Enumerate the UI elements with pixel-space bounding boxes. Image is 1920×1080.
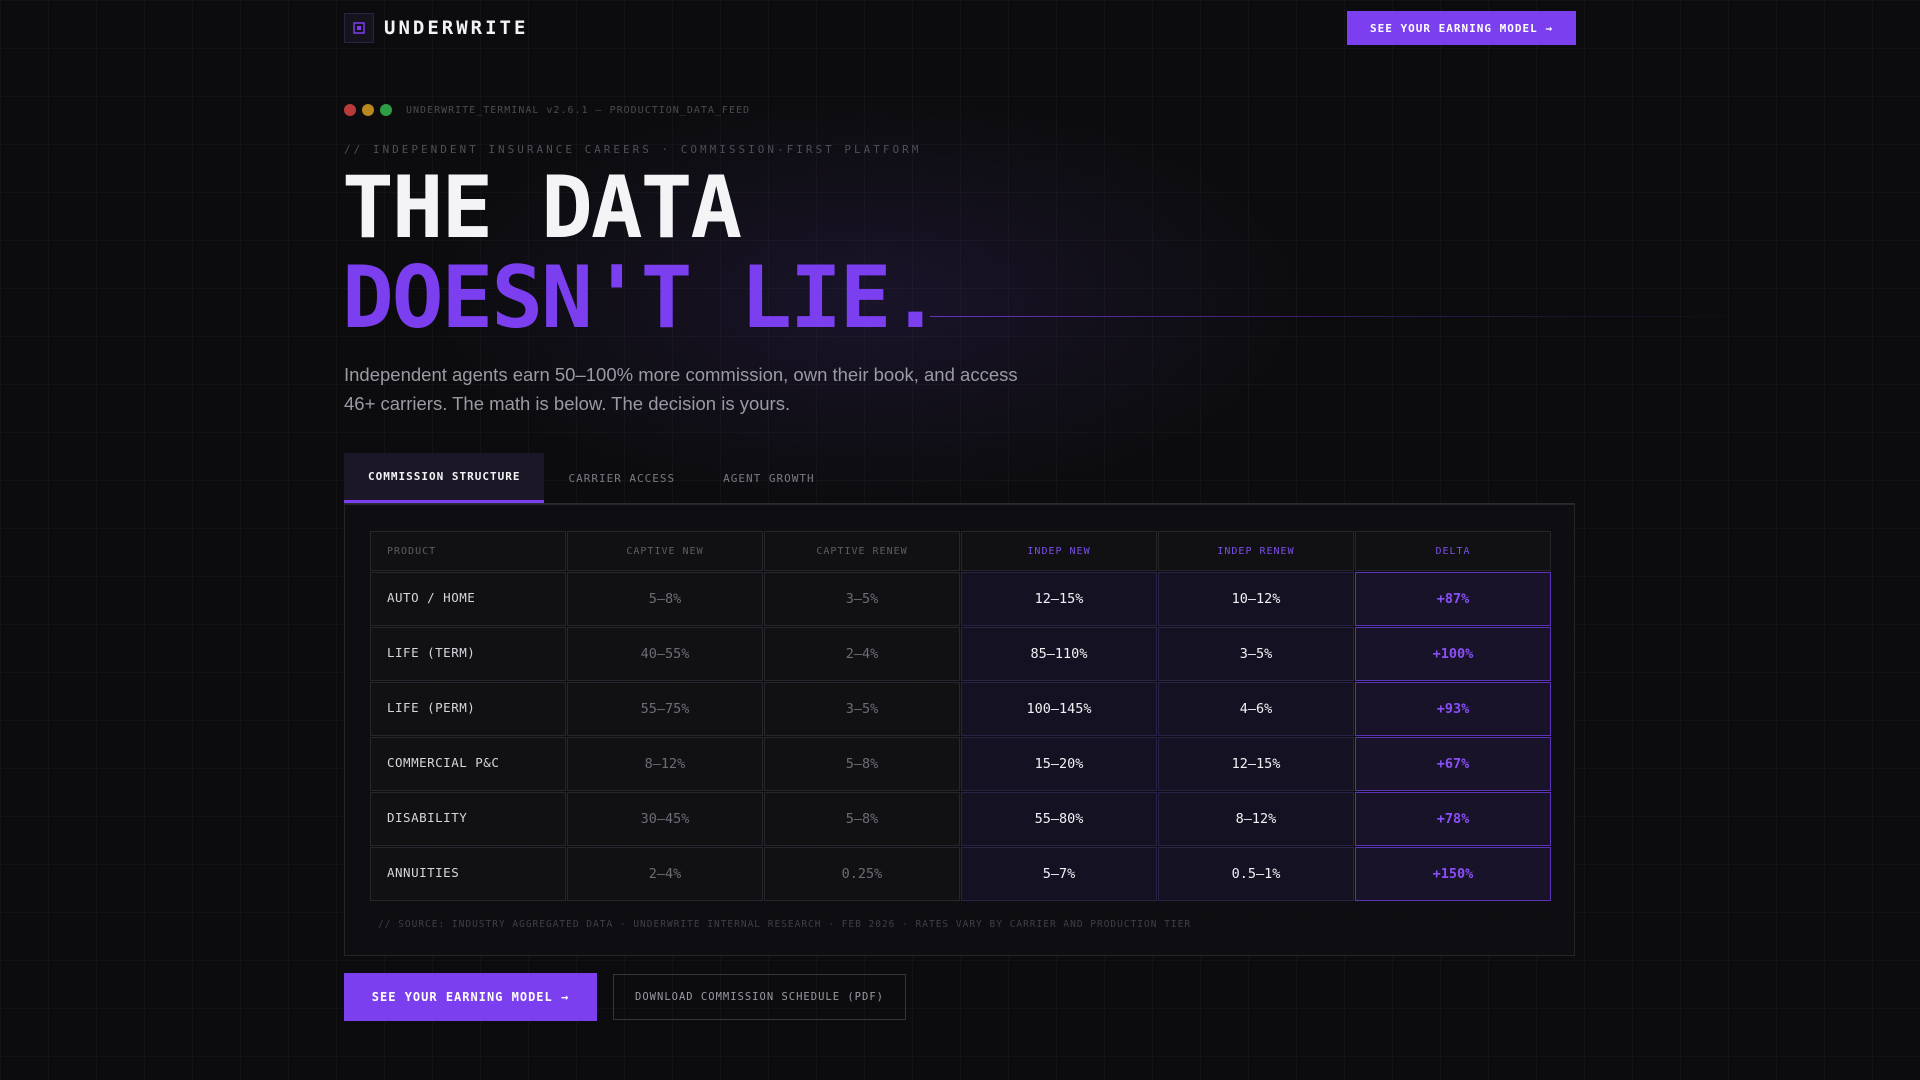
commission-panel: PRODUCT CAPTIVE NEW CAPTIVE RENEW INDEP … xyxy=(344,504,1575,956)
product-cell: LIFE (PERM) xyxy=(370,682,566,736)
terminal-title: UNDERWRITE_TERMINAL v2.6.1 — PRODUCTION_… xyxy=(406,104,751,116)
product-cell: ANNUITIES xyxy=(370,847,566,901)
terminal-dot-yellow xyxy=(362,104,374,116)
header-delta: DELTA xyxy=(1355,531,1551,571)
header-captive-renew: CAPTIVE RENEW xyxy=(764,531,960,571)
indep-renew-cell: 10–12% xyxy=(1158,572,1354,626)
delta-cell: +150% xyxy=(1355,847,1551,901)
table-row: LIFE (TERM) 40–55% 2–4% 85–110% 3–5% +10… xyxy=(370,627,1551,681)
delta-cell: +100% xyxy=(1355,627,1551,681)
tab-agent-growth[interactable]: AGENT GROWTH xyxy=(699,453,838,503)
indep-new-cell: 100–145% xyxy=(961,682,1157,736)
header-earning-model-button[interactable]: SEE YOUR EARNING MODEL → xyxy=(1347,11,1576,45)
table-row: LIFE (PERM) 55–75% 3–5% 100–145% 4–6% +9… xyxy=(370,682,1551,736)
brand-logo[interactable]: UNDERWRITE xyxy=(344,13,528,43)
captive-new-cell: 40–55% xyxy=(567,627,763,681)
header-product: PRODUCT xyxy=(370,531,566,571)
captive-new-cell: 2–4% xyxy=(567,847,763,901)
tab-commission-structure[interactable]: COMMISSION STRUCTURE xyxy=(344,453,545,503)
indep-new-cell: 85–110% xyxy=(961,627,1157,681)
captive-renew-cell: 3–5% xyxy=(764,682,960,736)
table-row: COMMERCIAL P&C 8–12% 5–8% 15–20% 12–15% … xyxy=(370,737,1551,791)
indep-renew-cell: 0.5–1% xyxy=(1158,847,1354,901)
header-indep-new: INDEP NEW xyxy=(961,531,1157,571)
indep-renew-cell: 4–6% xyxy=(1158,682,1354,736)
earning-model-button[interactable]: SEE YOUR EARNING MODEL → xyxy=(344,973,597,1021)
table-row: ANNUITIES 2–4% 0.25% 5–7% 0.5–1% +150% xyxy=(370,847,1551,901)
hero-eyebrow: // INDEPENDENT INSURANCE CAREERS · COMMI… xyxy=(344,143,922,156)
table-row: DISABILITY 30–45% 5–8% 55–80% 8–12% +78% xyxy=(370,792,1551,846)
logo-icon xyxy=(344,13,374,43)
delta-cell: +78% xyxy=(1355,792,1551,846)
indep-new-cell: 15–20% xyxy=(961,737,1157,791)
tab-carrier-access[interactable]: CARRIER ACCESS xyxy=(544,453,699,503)
commission-table: PRODUCT CAPTIVE NEW CAPTIVE RENEW INDEP … xyxy=(369,530,1552,902)
captive-renew-cell: 5–8% xyxy=(764,792,960,846)
hero-title-line1: THE DATA xyxy=(342,158,742,258)
product-cell: DISABILITY xyxy=(370,792,566,846)
indep-new-cell: 12–15% xyxy=(961,572,1157,626)
captive-new-cell: 8–12% xyxy=(567,737,763,791)
indep-new-cell: 55–80% xyxy=(961,792,1157,846)
delta-cell: +93% xyxy=(1355,682,1551,736)
header-captive-new: CAPTIVE NEW xyxy=(567,531,763,571)
delta-cell: +67% xyxy=(1355,737,1551,791)
terminal-bar: UNDERWRITE_TERMINAL v2.6.1 — PRODUCTION_… xyxy=(344,104,750,116)
indep-renew-cell: 12–15% xyxy=(1158,737,1354,791)
terminal-dot-red xyxy=(344,104,356,116)
indep-new-cell: 5–7% xyxy=(961,847,1157,901)
terminal-dot-green xyxy=(380,104,392,116)
hero-accent-line xyxy=(930,316,1770,317)
indep-renew-cell: 3–5% xyxy=(1158,627,1354,681)
download-schedule-button[interactable]: DOWNLOAD COMMISSION SCHEDULE (PDF) xyxy=(613,974,906,1020)
product-cell: AUTO / HOME xyxy=(370,572,566,626)
indep-renew-cell: 8–12% xyxy=(1158,792,1354,846)
source-note: // SOURCE: INDUSTRY AGGREGATED DATA · UN… xyxy=(378,919,1192,930)
brand-name: UNDERWRITE xyxy=(384,17,529,39)
hero-title-line2: DOESN'T LIE. xyxy=(342,248,941,348)
tab-bar: COMMISSION STRUCTURE CARRIER ACCESS AGEN… xyxy=(344,453,839,503)
header-indep-renew: INDEP RENEW xyxy=(1158,531,1354,571)
delta-cell: +87% xyxy=(1355,572,1551,626)
product-cell: COMMERCIAL P&C xyxy=(370,737,566,791)
hero-subtitle: Independent agents earn 50–100% more com… xyxy=(344,364,1018,414)
captive-new-cell: 5–8% xyxy=(567,572,763,626)
product-cell: LIFE (TERM) xyxy=(370,627,566,681)
captive-renew-cell: 0.25% xyxy=(764,847,960,901)
captive-renew-cell: 3–5% xyxy=(764,572,960,626)
captive-renew-cell: 5–8% xyxy=(764,737,960,791)
captive-new-cell: 55–75% xyxy=(567,682,763,736)
captive-new-cell: 30–45% xyxy=(567,792,763,846)
table-header-row: PRODUCT CAPTIVE NEW CAPTIVE RENEW INDEP … xyxy=(370,531,1551,571)
captive-renew-cell: 2–4% xyxy=(764,627,960,681)
table-row: AUTO / HOME 5–8% 3–5% 12–15% 10–12% +87% xyxy=(370,572,1551,626)
hero-title: THE DATA DOESN'T LIE. xyxy=(342,158,941,348)
